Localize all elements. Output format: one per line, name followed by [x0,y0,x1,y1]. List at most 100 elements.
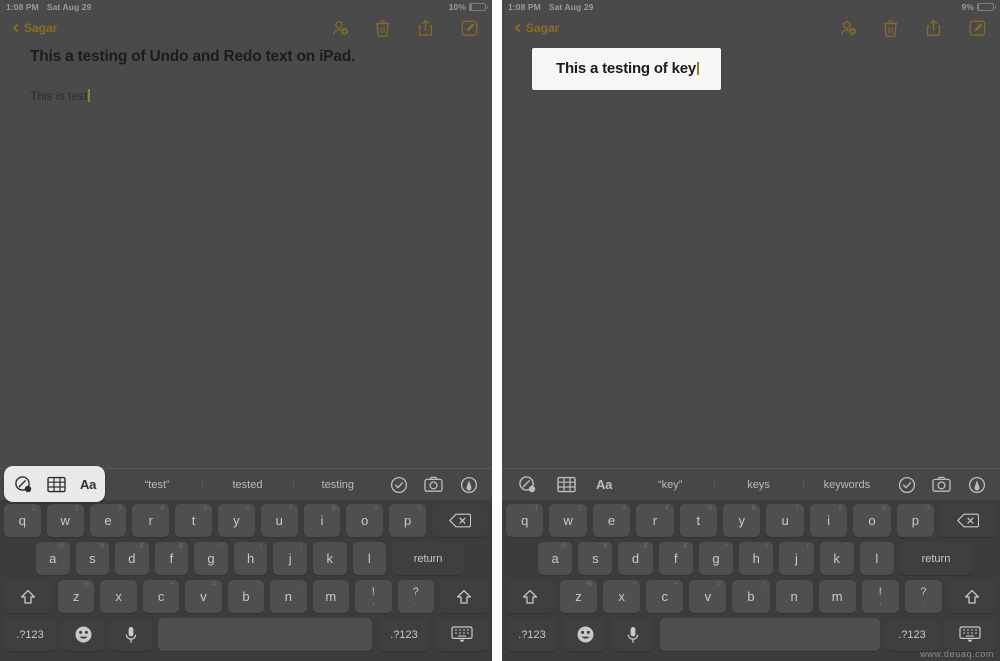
suggestion-item[interactable]: testing [292,473,383,497]
back-button-sagar[interactable]: Sagar [514,21,559,35]
text-format-icon[interactable]: Aa [596,477,612,492]
table-icon[interactable] [47,475,66,494]
share-icon[interactable] [926,19,943,37]
key-s[interactable]: # s [75,542,110,575]
return-key[interactable]: return [899,542,972,575]
add-person-icon[interactable] [332,19,349,37]
key-t[interactable]: 5t [175,504,212,537]
key-r[interactable]: 4r [132,504,170,537]
key-l[interactable]: " l [352,542,387,575]
numeric-key-right[interactable]: .?123 [378,618,430,651]
key-g[interactable]: * g [698,542,734,575]
key-p[interactable]: 0p [389,504,426,537]
key-h[interactable]: (h [233,542,268,575]
trash-icon[interactable] [375,19,392,37]
table-icon[interactable] [557,475,576,494]
backspace-key[interactable] [940,504,997,537]
key-j[interactable]: ) j [273,542,307,575]
shift-key-left[interactable] [506,580,554,613]
key-t[interactable]: 5t [679,504,718,537]
checklist-icon[interactable] [897,475,916,494]
trash-icon[interactable] [883,19,900,37]
compose-icon[interactable] [461,19,478,37]
key-v[interactable]: = v [689,580,727,613]
key-g[interactable]: * g [194,542,228,575]
key-e[interactable]: 3e [592,504,631,537]
key-k[interactable]: ' k [312,542,347,575]
note-content[interactable]: This a testing of Undo and Redo text on … [0,42,492,105]
key-u[interactable]: 7u [766,504,804,537]
key-k[interactable]: ' k [819,542,854,575]
emoji-key[interactable] [62,618,104,651]
dictation-mic-icon[interactable] [612,618,654,651]
emoji-key[interactable] [564,618,606,651]
key-question-period[interactable]: ?. [397,580,434,613]
key-o[interactable]: 9o [346,504,384,537]
key-i[interactable]: 8i [809,504,848,537]
key-f[interactable]: & f [154,542,189,575]
markup-pen-icon[interactable] [459,475,478,494]
key-h[interactable]: (h [739,542,774,575]
key-w[interactable]: 2w [46,504,84,537]
text-format-icon[interactable]: Aa [80,477,96,492]
key-o[interactable]: 9o [853,504,891,537]
camera-icon[interactable] [424,475,443,494]
key-exclamation-comma[interactable]: !, [861,580,899,613]
note-content[interactable]: This a testing of key [502,42,1000,90]
key-b[interactable]: / b [732,580,770,613]
key-r[interactable]: 4r [636,504,674,537]
markup-pen-icon[interactable] [967,475,986,494]
key-i[interactable]: 8i [303,504,341,537]
markup-icon[interactable] [518,475,537,494]
camera-icon[interactable] [932,475,951,494]
key-l[interactable]: " l [859,542,894,575]
key-f[interactable]: & f [658,542,693,575]
key-v[interactable]: = v [185,580,222,613]
numeric-key-left[interactable]: .?123 [506,618,558,651]
suggestion-item[interactable]: “test” [112,473,202,497]
key-question-period[interactable]: ?. [904,580,942,613]
key-c[interactable]: + c [142,580,180,613]
key-d[interactable]: $ d [618,542,653,575]
key-j[interactable]: ) j [779,542,814,575]
key-e[interactable]: 3e [89,504,127,537]
key-m[interactable]: :m [312,580,350,613]
hide-keyboard-icon[interactable] [944,618,996,651]
key-exclamation-comma[interactable]: !, [355,580,392,613]
share-icon[interactable] [418,19,435,37]
suggestion-item[interactable]: keys [714,473,802,497]
back-button-sagar[interactable]: Sagar [12,21,57,35]
shift-key-right[interactable] [439,580,488,613]
key-c[interactable]: + c [646,580,684,613]
suggestion-item[interactable]: “key” [626,473,714,497]
key-d[interactable]: $ d [115,542,149,575]
space-key[interactable] [158,618,372,651]
compose-icon[interactable] [969,19,986,37]
numeric-key-left[interactable]: .?123 [4,618,56,651]
key-x[interactable]: -x [603,580,641,613]
numeric-key-right[interactable]: .?123 [886,618,938,651]
key-a[interactable]: @ a [36,542,70,575]
backspace-key[interactable] [431,504,488,537]
key-n[interactable]: ; n [270,580,307,613]
checklist-icon[interactable] [389,475,408,494]
suggestion-item[interactable]: keywords [802,473,891,497]
key-p[interactable]: 0p [896,504,935,537]
dictation-mic-icon[interactable] [110,618,152,651]
key-x[interactable]: -x [100,580,137,613]
key-w[interactable]: 2w [549,504,587,537]
shift-key-right[interactable] [947,580,996,613]
key-s[interactable]: # s [578,542,613,575]
highlighted-text-box[interactable]: This a testing of key [532,48,721,90]
add-person-icon[interactable] [840,19,857,37]
markup-icon[interactable] [14,475,33,494]
key-n[interactable]: ; n [775,580,813,613]
return-key[interactable]: return [392,542,465,575]
hide-keyboard-icon[interactable] [436,618,488,651]
key-z[interactable]: % z [58,580,95,613]
key-u[interactable]: 7u [260,504,298,537]
space-key[interactable] [660,618,880,651]
key-b[interactable]: / b [227,580,265,613]
key-y[interactable]: 6y [217,504,255,537]
key-m[interactable]: :m [818,580,856,613]
